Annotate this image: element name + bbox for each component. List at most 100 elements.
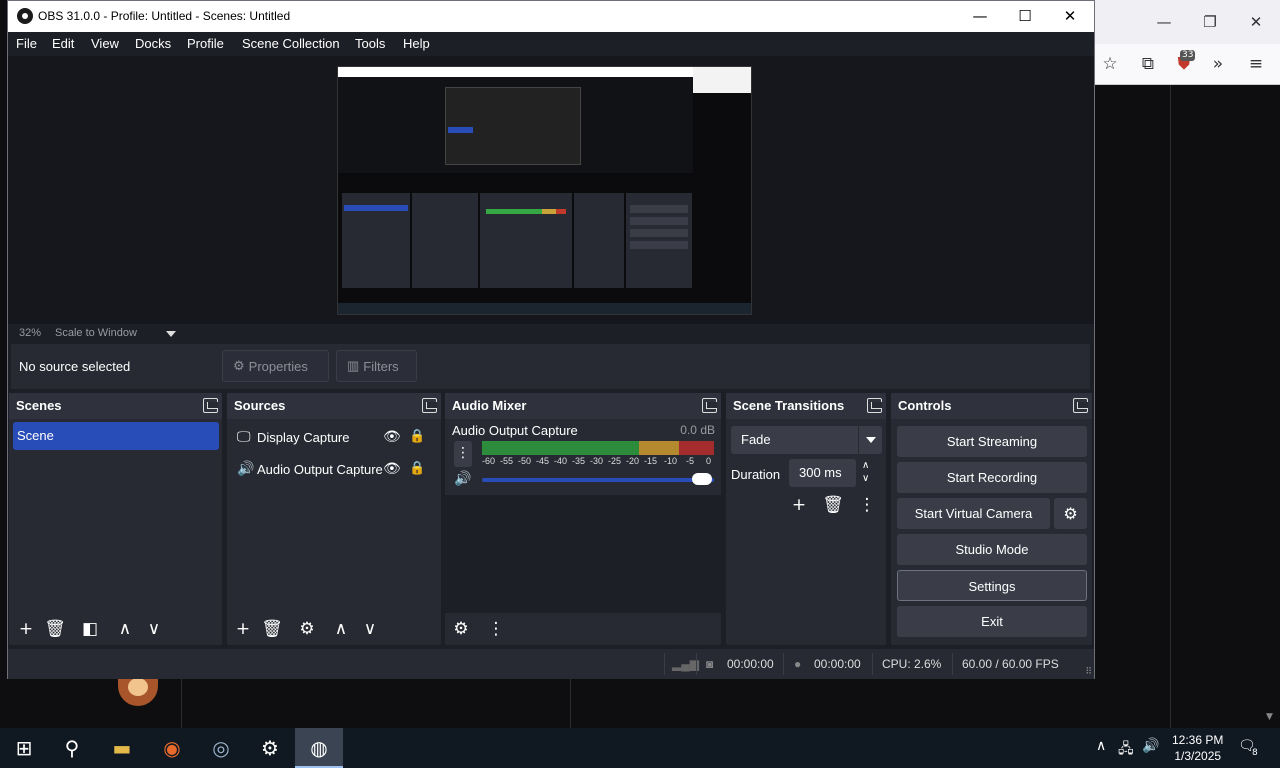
- file-explorer-icon[interactable]: ▬: [98, 728, 146, 768]
- duration-input[interactable]: 300 ms: [789, 459, 856, 487]
- menu-tools[interactable]: Tools: [355, 36, 385, 51]
- menu-scene-collection[interactable]: Scene Collection: [242, 36, 340, 51]
- clock-date: 1/3/2025: [1174, 749, 1222, 763]
- source-properties-button[interactable]: ⚙: [294, 616, 320, 642]
- scene-filters-button[interactable]: ◧: [77, 616, 103, 642]
- volume-slider-handle[interactable]: [692, 473, 712, 485]
- audio-mixer-dock: Audio Mixer Audio Output Capture 0.0 dB …: [445, 393, 721, 645]
- tray-expand-chevron-icon[interactable]: ∧: [1096, 738, 1106, 754]
- meter-tick: -25: [608, 456, 622, 466]
- scene-list-item[interactable]: Scene: [13, 422, 219, 450]
- settings-gear-icon[interactable]: ⚙: [246, 728, 294, 768]
- visibility-eye-icon[interactable]: 👁: [383, 428, 401, 445]
- dock-header: Controls: [891, 393, 1092, 419]
- meter-tick: -5: [686, 456, 695, 466]
- close-button[interactable]: ✕: [1048, 4, 1092, 28]
- menu-view[interactable]: View: [91, 36, 119, 51]
- source-item-audio-output-capture[interactable]: 🔊 Audio Output Capture 👁 🔒: [235, 457, 439, 483]
- obs-taskbar-icon[interactable]: ◍: [295, 728, 343, 768]
- lock-icon[interactable]: 🔒: [409, 460, 425, 476]
- volume-slider[interactable]: [482, 478, 714, 482]
- remove-transition-button[interactable]: 🗑: [820, 492, 846, 518]
- undock-icon[interactable]: [867, 398, 882, 413]
- settings-button[interactable]: Settings: [897, 570, 1087, 601]
- extensions-icon[interactable]: ⧉: [1136, 52, 1160, 76]
- exit-button[interactable]: Exit: [897, 606, 1087, 637]
- start-virtual-camera-button[interactable]: Start Virtual Camera: [897, 498, 1050, 529]
- mixer-channel-name: Audio Output Capture: [452, 423, 578, 438]
- add-scene-button[interactable]: +: [13, 616, 39, 642]
- steam-icon[interactable]: ◎: [197, 728, 245, 768]
- firefox-icon[interactable]: ◉: [148, 728, 196, 768]
- menu-docks[interactable]: Docks: [135, 36, 171, 51]
- undock-icon[interactable]: [1073, 398, 1088, 413]
- preview-area[interactable]: [8, 56, 1094, 324]
- maximize-button[interactable]: ☐: [1003, 4, 1047, 28]
- remove-scene-button[interactable]: 🗑: [42, 616, 68, 642]
- mirror-meter-green: [486, 209, 542, 214]
- overflow-chevron-icon[interactable]: »: [1206, 52, 1230, 76]
- mixer-menu-button[interactable]: ⋮: [483, 616, 509, 642]
- mirror-ctrl-btn: [630, 229, 688, 237]
- move-scene-down-button[interactable]: ∨: [141, 616, 167, 642]
- move-scene-up-button[interactable]: ∧: [112, 616, 138, 642]
- divider: [872, 653, 873, 675]
- remove-source-button[interactable]: 🗑: [259, 616, 285, 642]
- undock-icon[interactable]: [702, 398, 717, 413]
- system-clock[interactable]: 12:36 PM 1/3/2025: [1172, 732, 1223, 764]
- undock-icon[interactable]: [422, 398, 437, 413]
- add-source-button[interactable]: +: [230, 616, 256, 642]
- menu-edit[interactable]: Edit: [52, 36, 74, 51]
- browser-close-button[interactable]: ✕: [1244, 10, 1268, 34]
- chevron-down-icon[interactable]: ∨: [862, 473, 869, 484]
- network-icon[interactable]: 🖧: [1118, 738, 1134, 762]
- record-timer: 00:00:00: [814, 657, 861, 671]
- chevron-down-icon[interactable]: [858, 426, 882, 454]
- volume-icon[interactable]: 🔊: [1142, 738, 1159, 754]
- virtual-camera-gear-icon[interactable]: ⚙: [1054, 498, 1087, 529]
- zoom-level: 32%: [19, 327, 42, 339]
- bookmark-star-icon[interactable]: ☆: [1098, 52, 1122, 76]
- studio-mode-button[interactable]: Studio Mode: [897, 534, 1087, 565]
- dock-header: Sources: [227, 393, 441, 419]
- preview-canvas[interactable]: [337, 66, 752, 315]
- obs-window: OBS 31.0.0 - Profile: Untitled - Scenes:…: [7, 0, 1095, 679]
- transition-select[interactable]: Fade: [731, 426, 882, 454]
- stream-status-icon: ◙: [706, 657, 714, 671]
- start-streaming-button[interactable]: Start Streaming: [897, 426, 1087, 457]
- transition-properties-button[interactable]: ⋮: [854, 492, 880, 518]
- browser-minimize-button[interactable]: —: [1152, 10, 1176, 34]
- move-source-down-button[interactable]: ∨: [357, 616, 383, 642]
- mirror-transitions: [574, 193, 624, 288]
- scale-mode-select[interactable]: Scale to Window: [55, 327, 137, 339]
- browser-restore-button[interactable]: ❐: [1198, 10, 1222, 34]
- scroll-down-arrow-icon[interactable]: ▼: [1266, 712, 1273, 722]
- mute-speaker-icon[interactable]: 🔊: [454, 471, 471, 487]
- chevron-up-icon[interactable]: ∧: [862, 460, 869, 471]
- source-item-display-capture[interactable]: 🖵 Display Capture 👁 🔒: [235, 425, 439, 451]
- kebab-menu-icon[interactable]: ⋮: [454, 441, 472, 467]
- move-source-up-button[interactable]: ∧: [328, 616, 354, 642]
- hamburger-menu-icon[interactable]: ≡: [1244, 52, 1268, 76]
- mirror-selection: [448, 127, 473, 133]
- mixer-advanced-settings-button[interactable]: ⚙: [448, 616, 474, 642]
- menu-profile[interactable]: Profile: [187, 36, 224, 51]
- properties-label: Properties: [248, 358, 308, 374]
- resize-grip-icon[interactable]: ⠿: [1085, 666, 1092, 677]
- lock-icon[interactable]: 🔒: [409, 428, 425, 444]
- controls-dock: Controls Start Streaming Start Recording…: [891, 393, 1092, 645]
- minimize-button[interactable]: —: [958, 4, 1002, 28]
- mirror-scene-item: [344, 205, 408, 211]
- menu-help[interactable]: Help: [403, 36, 430, 51]
- properties-button[interactable]: ⚙ Properties: [222, 350, 329, 382]
- start-button[interactable]: ⊞: [0, 728, 48, 768]
- chevron-down-icon[interactable]: [166, 331, 176, 337]
- start-recording-button[interactable]: Start Recording: [897, 462, 1087, 493]
- filters-button[interactable]: ▥ Filters: [336, 350, 417, 382]
- source-label: Display Capture: [257, 430, 350, 445]
- search-icon[interactable]: ⚲: [48, 728, 96, 768]
- menu-file[interactable]: File: [16, 36, 37, 51]
- visibility-eye-icon[interactable]: 👁: [383, 460, 401, 477]
- undock-icon[interactable]: [203, 398, 218, 413]
- add-transition-button[interactable]: +: [786, 492, 812, 518]
